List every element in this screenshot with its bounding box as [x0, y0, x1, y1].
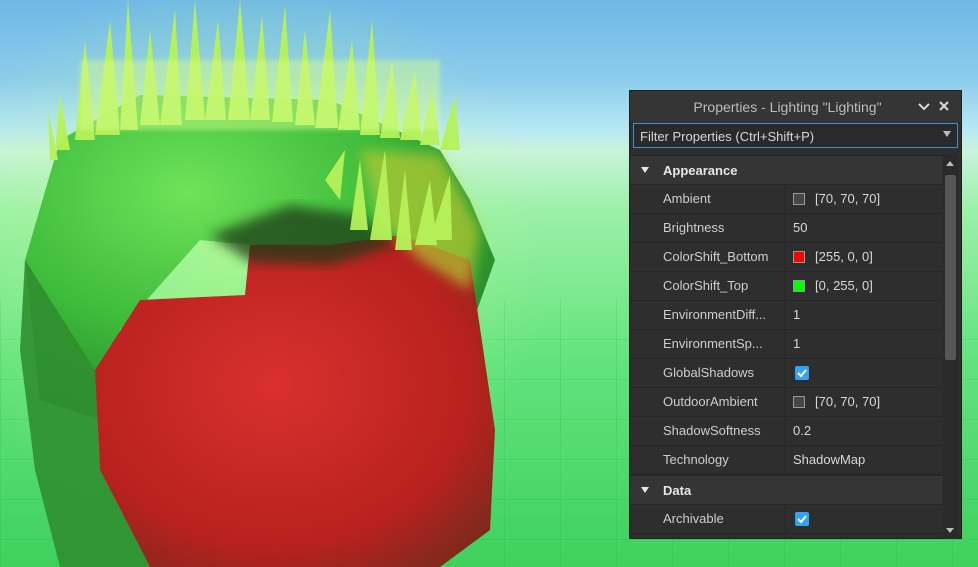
property-row-shadowsoftness[interactable]: ShadowSoftness 0.2: [630, 417, 942, 446]
grass-glow: [80, 60, 440, 130]
property-row-brightness[interactable]: Brightness 50: [630, 214, 942, 243]
property-name: Brightness: [630, 214, 786, 242]
property-name: EnvironmentSp...: [630, 330, 786, 358]
scrollbar-thumb[interactable]: [945, 175, 956, 360]
property-row-colorshift-bottom[interactable]: ColorShift_Bottom [255, 0, 0]: [630, 243, 942, 272]
property-value[interactable]: 1: [787, 330, 942, 358]
collapse-triangle-icon[interactable]: [641, 487, 649, 493]
property-value[interactable]: ShadowMap: [787, 446, 942, 474]
filter-properties-field[interactable]: [633, 123, 958, 149]
property-row-environment-diffuse[interactable]: EnvironmentDiff... 1: [630, 301, 942, 330]
property-value[interactable]: 50: [787, 214, 942, 242]
color-swatch[interactable]: [793, 251, 805, 263]
property-row-technology[interactable]: Technology ShadowMap: [630, 446, 942, 475]
section-label: Data: [663, 483, 692, 498]
scroll-up-icon[interactable]: [946, 161, 954, 166]
property-name: OutdoorAmbient: [630, 388, 786, 416]
property-row-ambient[interactable]: Ambient [70, 70, 70]: [630, 185, 942, 214]
section-data[interactable]: Data: [630, 475, 942, 505]
filter-dropdown-icon[interactable]: [943, 131, 951, 137]
color-swatch[interactable]: [793, 193, 805, 205]
chevron-down-icon[interactable]: [915, 97, 933, 115]
property-name: Technology: [630, 446, 786, 474]
panel-titlebar[interactable]: Properties - Lighting "Lighting": [630, 91, 961, 124]
property-value[interactable]: [70, 70, 70]: [787, 185, 942, 213]
property-name: ColorShift_Top: [630, 272, 786, 300]
checkmark-icon: [797, 515, 807, 524]
property-value[interactable]: [0, 255, 0]: [787, 272, 942, 300]
color-swatch[interactable]: [793, 280, 805, 292]
scroll-down-icon[interactable]: [946, 528, 954, 533]
close-icon[interactable]: [935, 97, 953, 115]
property-value[interactable]: [787, 359, 942, 387]
property-value[interactable]: 0.2: [787, 417, 942, 445]
property-value[interactable]: [255, 0, 0]: [787, 243, 942, 271]
properties-panel: Properties - Lighting "Lighting" Appeara…: [629, 90, 962, 539]
checkbox-checked[interactable]: [795, 512, 809, 526]
section-label: Appearance: [663, 163, 738, 178]
collapse-triangle-icon[interactable]: [641, 167, 649, 173]
color-swatch[interactable]: [793, 396, 805, 408]
property-name: Ambient: [630, 185, 786, 213]
checkbox-checked[interactable]: [795, 366, 809, 380]
property-value[interactable]: [70, 70, 70]: [787, 388, 942, 416]
property-name: ShadowSoftness: [630, 417, 786, 445]
panel-title: Properties - Lighting "Lighting": [693, 99, 882, 115]
property-row-colorshift-top[interactable]: ColorShift_Top [0, 255, 0]: [630, 272, 942, 301]
property-list: Appearance Ambient [70, 70, 70] Brightne…: [630, 155, 942, 539]
vertical-scrollbar[interactable]: [943, 155, 958, 539]
filter-properties-input[interactable]: [634, 124, 938, 149]
property-name: EnvironmentDiff...: [630, 301, 786, 329]
property-row-archivable[interactable]: Archivable: [630, 505, 942, 534]
property-name: Archivable: [630, 505, 786, 533]
property-row-globalshadows[interactable]: GlobalShadows: [630, 359, 942, 388]
checkmark-icon: [797, 369, 807, 378]
property-row-outdoorambient[interactable]: OutdoorAmbient [70, 70, 70]: [630, 388, 942, 417]
property-row-environment-specular[interactable]: EnvironmentSp... 1: [630, 330, 942, 359]
section-appearance[interactable]: Appearance: [630, 155, 942, 185]
property-value[interactable]: [787, 505, 942, 533]
property-name: GlobalShadows: [630, 359, 786, 387]
property-value[interactable]: 1: [787, 301, 942, 329]
property-name: ColorShift_Bottom: [630, 243, 786, 271]
